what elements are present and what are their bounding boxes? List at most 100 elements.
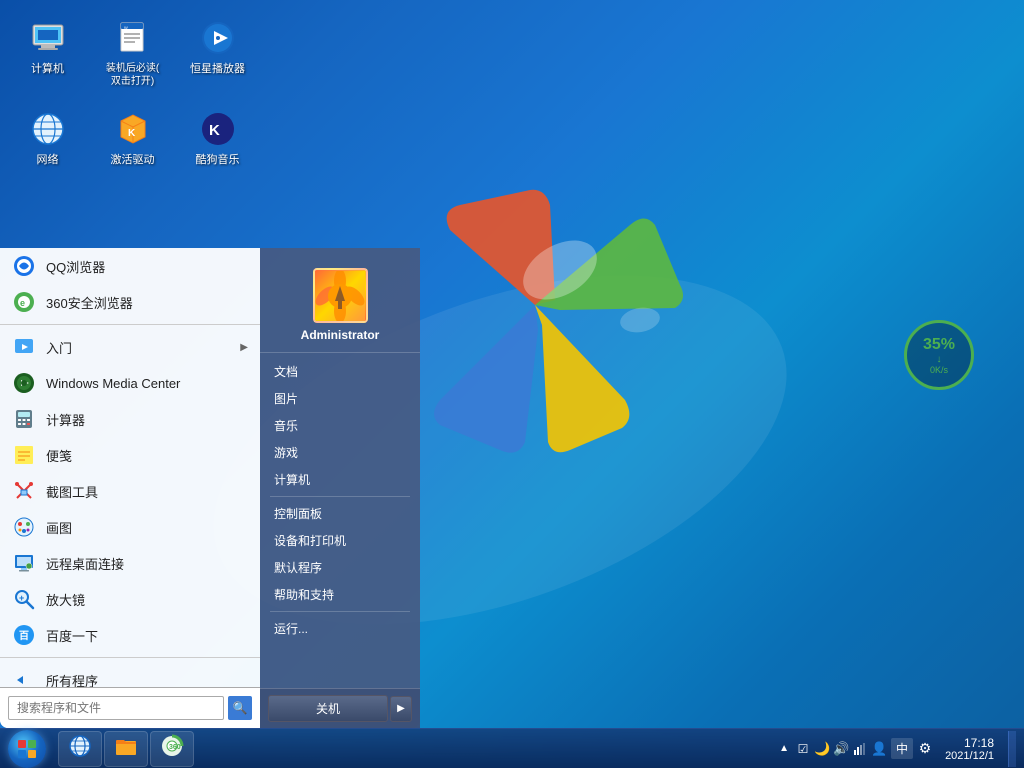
- desktop-icon-media-player[interactable]: 恒星播放器: [180, 10, 255, 96]
- taskbar-item-ie2[interactable]: 360: [150, 731, 194, 767]
- post-install-label: 装机后必读(双击打开): [106, 62, 159, 88]
- network-speed-widget: 35% ↓ 0K/s: [904, 320, 974, 390]
- menu-item-sticky[interactable]: 便笺: [0, 437, 260, 473]
- clock[interactable]: 17:18 2021/12/1: [937, 736, 1002, 762]
- post-install-icon: W: [113, 18, 153, 58]
- ime-box: 中: [891, 738, 913, 759]
- user-name: Administrator: [301, 328, 380, 342]
- menu-item-rdp[interactable]: 远程桌面连接: [0, 545, 260, 581]
- desktop-icon-computer[interactable]: 计算机: [10, 10, 85, 96]
- start-menu-left-items: QQ浏览器 e 360安全浏览器: [0, 248, 260, 687]
- baidu-label: 百度一下: [46, 626, 98, 645]
- search-input[interactable]: [8, 696, 224, 720]
- kuwo-icon: K: [198, 109, 238, 149]
- intro-arrow: ▶: [240, 342, 248, 353]
- rdp-label: 远程桌面连接: [46, 554, 124, 573]
- taskbar-ie-icon: [68, 734, 92, 764]
- start-menu-right-panel: Administrator 文档 图片 音乐 游戏 计算机 控制面板: [260, 248, 420, 728]
- shutdown-bar: 关机 ▶: [260, 688, 420, 728]
- wmc-icon: [12, 371, 36, 395]
- menu-item-qq-browser[interactable]: QQ浏览器: [0, 248, 260, 284]
- documents-label: 文档: [274, 363, 298, 380]
- svg-text:K: K: [128, 128, 136, 139]
- desktop-icon-driver-activate[interactable]: K 激活驱动: [95, 101, 170, 175]
- svg-text:+: +: [19, 593, 24, 603]
- magnifier-icon: +: [12, 587, 36, 611]
- intro-label: 入门: [46, 338, 72, 357]
- tray-user-icon[interactable]: 👤: [871, 741, 887, 757]
- menu-item-wmc[interactable]: Windows Media Center: [0, 365, 260, 401]
- media-player-icon: [198, 18, 238, 58]
- network-speed: 0K/s: [930, 365, 948, 375]
- svg-text:W: W: [124, 25, 128, 30]
- menu-item-baidu[interactable]: 百 百度一下: [0, 617, 260, 653]
- paint-label: 画图: [46, 518, 72, 537]
- games-label: 游戏: [274, 444, 298, 461]
- 360-browser-label: 360安全浏览器: [46, 293, 133, 312]
- menu-item-magnifier[interactable]: + 放大镜: [0, 581, 260, 617]
- network-percent: 35%: [923, 336, 955, 354]
- right-item-games[interactable]: 游戏: [260, 439, 420, 466]
- all-programs-icon: [12, 668, 36, 687]
- right-item-help[interactable]: 帮助和支持: [260, 581, 420, 608]
- shutdown-button[interactable]: 关机: [268, 695, 388, 722]
- right-item-control-panel[interactable]: 控制面板: [260, 500, 420, 527]
- taskbar-item-explorer[interactable]: [104, 731, 148, 767]
- kuwo-label: 酷狗音乐: [196, 153, 240, 167]
- tray-expand-button[interactable]: ▲: [777, 741, 791, 756]
- start-menu: QQ浏览器 e 360安全浏览器: [0, 248, 420, 728]
- svg-text:360: 360: [169, 744, 181, 751]
- tray-settings-icon[interactable]: ⚙: [917, 741, 933, 757]
- right-item-documents[interactable]: 文档: [260, 358, 420, 385]
- media-player-label: 恒星播放器: [190, 62, 245, 76]
- control-panel-label: 控制面板: [274, 505, 322, 522]
- tray-volume-icon[interactable]: 🔊: [833, 741, 849, 757]
- desktop: 计算机 W 装机后必读(双击打开): [0, 0, 1024, 768]
- tray-checkbox-icon[interactable]: ☑: [795, 741, 811, 757]
- taskbar: 360 ▲ ☑ 🌙 🔊: [0, 728, 1024, 768]
- music-label: 音乐: [274, 417, 298, 434]
- svg-text:百: 百: [19, 630, 29, 642]
- menu-separator-1: [0, 324, 260, 325]
- menu-item-paint[interactable]: 画图: [0, 509, 260, 545]
- tray-network-icon[interactable]: [852, 741, 868, 757]
- search-button[interactable]: 🔍: [228, 696, 252, 720]
- desktop-icon-network[interactable]: 网络: [10, 101, 85, 175]
- tray-icons: ☑ 🌙 🔊 👤: [795, 741, 887, 757]
- start-button[interactable]: [0, 729, 54, 768]
- right-item-music[interactable]: 音乐: [260, 412, 420, 439]
- taskbar-ie2-icon: 360: [160, 734, 184, 764]
- calc-label: 计算器: [46, 410, 85, 429]
- all-programs-label: 所有程序: [46, 671, 98, 688]
- help-label: 帮助和支持: [274, 586, 334, 603]
- run-label: 运行...: [274, 620, 308, 637]
- menu-item-intro[interactable]: 入门 ▶: [0, 329, 260, 365]
- menu-item-all-programs[interactable]: 所有程序: [0, 662, 260, 687]
- right-item-computer[interactable]: 计算机: [260, 466, 420, 493]
- right-item-pictures[interactable]: 图片: [260, 385, 420, 412]
- right-item-devices[interactable]: 设备和打印机: [260, 527, 420, 554]
- ime-language[interactable]: 中: [891, 738, 913, 759]
- qq-browser-icon: [12, 254, 36, 278]
- desktop-icon-kuwo[interactable]: K 酷狗音乐: [180, 101, 255, 175]
- menu-item-calc[interactable]: 计算器: [0, 401, 260, 437]
- right-separator: [270, 496, 410, 497]
- driver-icon: K: [113, 109, 153, 149]
- shutdown-arrow-button[interactable]: ▶: [390, 696, 412, 722]
- desktop-icon-post-install[interactable]: W 装机后必读(双击打开): [95, 10, 170, 96]
- start-menu-left-panel: QQ浏览器 e 360安全浏览器: [0, 248, 260, 728]
- taskbar-items: 360: [54, 731, 769, 767]
- qq-browser-label: QQ浏览器: [46, 257, 105, 276]
- intro-icon: [12, 335, 36, 359]
- tray-moon-icon[interactable]: 🌙: [814, 741, 830, 757]
- clock-date: 2021/12/1: [945, 750, 994, 762]
- right-item-default-programs[interactable]: 默认程序: [260, 554, 420, 581]
- menu-item-360-browser[interactable]: e 360安全浏览器: [0, 284, 260, 320]
- menu-item-snip[interactable]: 截图工具: [0, 473, 260, 509]
- taskbar-item-ie[interactable]: [58, 731, 102, 767]
- sticky-icon: [12, 443, 36, 467]
- show-desktop-button[interactable]: [1008, 731, 1016, 767]
- paint-icon: [12, 515, 36, 539]
- right-item-run[interactable]: 运行...: [260, 615, 420, 642]
- user-avatar[interactable]: [313, 268, 368, 323]
